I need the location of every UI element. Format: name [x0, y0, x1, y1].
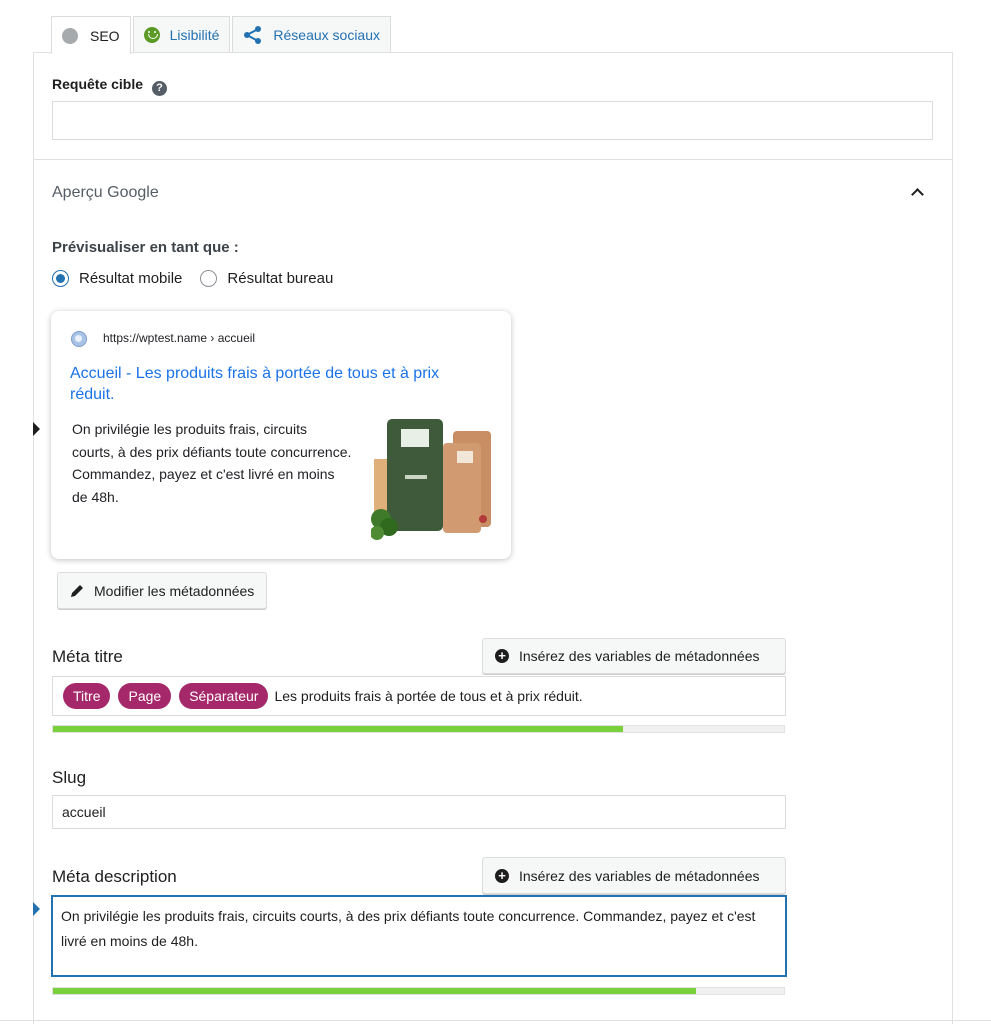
variable-pill-separator[interactable]: Séparateur — [179, 683, 269, 709]
edit-metadata-label: Modifier les métadonnées — [94, 582, 255, 599]
slug-value: accueil — [62, 804, 106, 820]
radio-desktop[interactable] — [200, 270, 218, 287]
tab-social[interactable]: Réseaux sociaux — [232, 16, 392, 53]
meta-description-progress-fill — [53, 988, 697, 994]
meta-description-label: Méta description — [52, 867, 177, 886]
slug-input[interactable]: accueil — [52, 795, 786, 829]
variable-pill-title[interactable]: Titre — [63, 683, 111, 709]
focus-keyphrase-label-row: Requête cible? — [52, 76, 168, 96]
tab-seo[interactable]: SEO — [51, 16, 131, 54]
meta-description-insert-variables-button[interactable]: + Insérez des variables de métadonnées — [482, 857, 786, 894]
focus-keyphrase-label: Requête cible — [52, 76, 144, 92]
tab-readability-label: Lisibilité — [169, 27, 220, 43]
metabox-tabs: SEO Lisibilité Réseaux sociaux — [51, 16, 393, 54]
meta-title-progress-fill — [53, 726, 624, 732]
focus-keyphrase-input[interactable] — [52, 101, 933, 140]
help-icon[interactable]: ? — [152, 80, 168, 96]
preview-mode-options: Résultat mobile Résultat bureau — [52, 270, 333, 287]
radio-desktop-label[interactable]: Résultat bureau — [227, 270, 333, 287]
caret-right-icon — [33, 902, 40, 916]
product-thumbnail — [371, 415, 493, 543]
preview-url: https://wptest.name › accueil — [103, 331, 256, 345]
meta-description-text: On privilégie les produits frais, circui… — [61, 908, 756, 949]
plus-circle-icon: + — [495, 868, 509, 883]
share-icon — [244, 26, 262, 44]
bottom-divider — [0, 1020, 991, 1021]
radio-mobile-label[interactable]: Résultat mobile — [79, 270, 182, 287]
grey-circle-icon — [62, 27, 78, 44]
meta-title-label: Méta titre — [52, 647, 123, 666]
google-preview-title[interactable]: Aperçu Google — [52, 184, 159, 202]
caret-right-icon — [33, 422, 40, 436]
tab-seo-label: SEO — [90, 27, 120, 44]
edit-metadata-button[interactable]: Modifier les métadonnées — [57, 572, 268, 609]
smiley-icon — [143, 27, 160, 43]
meta-title-input[interactable]: Titre Page Séparateur Les produits frais… — [52, 676, 786, 716]
preview-as-label: Prévisualiser en tant que : — [52, 239, 239, 256]
section-divider — [34, 159, 952, 160]
meta-title-insert-label: Insérez des variables de métadonnées — [519, 648, 760, 664]
radio-mobile[interactable] — [52, 270, 69, 287]
tab-social-label: Réseaux sociaux — [273, 27, 381, 43]
meta-description-progress — [52, 987, 785, 995]
preview-title: Accueil - Les produits frais à portée de… — [70, 365, 440, 403]
meta-title-progress — [52, 725, 785, 733]
meta-description-textarea[interactable]: On privilégie les produits frais, circui… — [52, 896, 786, 976]
tab-readability[interactable]: Lisibilité — [132, 16, 231, 53]
slug-label: Slug — [52, 768, 87, 787]
meta-title-text: Les produits frais à portée de tous et à… — [274, 688, 583, 704]
meta-title-insert-variables-button[interactable]: + Insérez des variables de métadonnées — [482, 638, 786, 674]
meta-description-insert-label: Insérez des variables de métadonnées — [519, 867, 760, 884]
globe-icon — [71, 331, 87, 347]
variable-pill-page[interactable]: Page — [118, 683, 172, 709]
preview-description: On privilégie les produits frais, circui… — [72, 421, 352, 505]
google-preview-card: https://wptest.name › accueil Accueil - … — [51, 311, 511, 559]
pencil-icon — [71, 584, 83, 597]
plus-circle-icon: + — [495, 649, 509, 663]
